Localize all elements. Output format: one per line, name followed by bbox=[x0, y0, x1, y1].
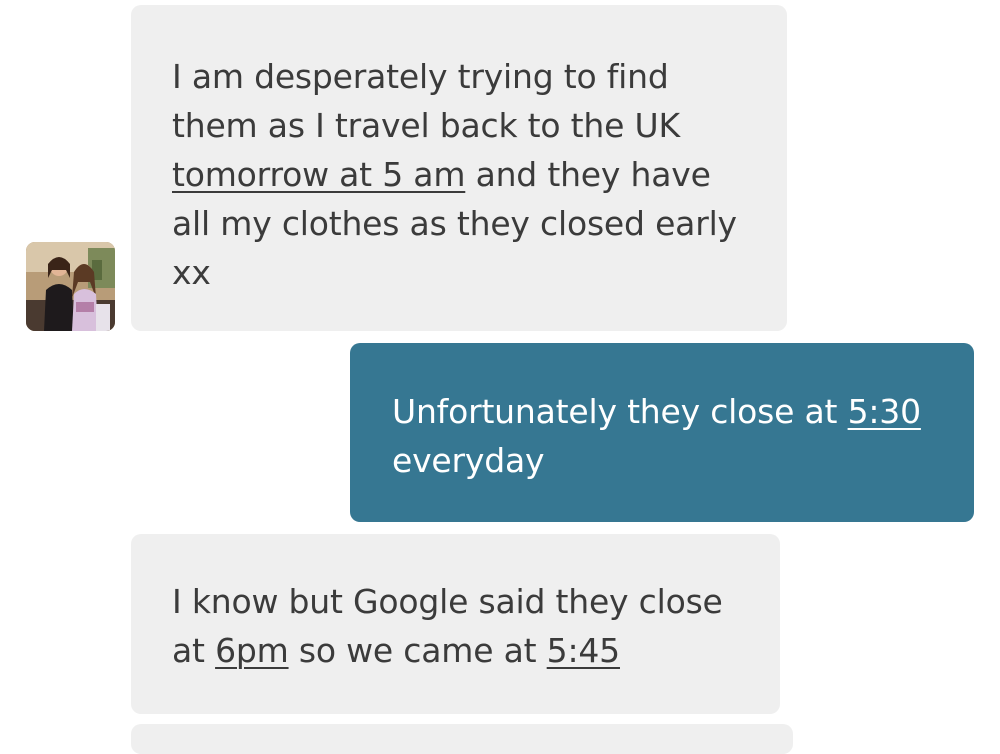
message-date-link[interactable]: tomorrow at 5 am bbox=[172, 155, 465, 194]
message-bubble-sent: Unfortunately they close at 5:30 everyda… bbox=[350, 343, 974, 522]
message-bubble-received-partial bbox=[131, 724, 793, 754]
message-text: Unfortunately they close at bbox=[392, 392, 848, 431]
message-time-link[interactable]: 5:30 bbox=[848, 392, 922, 431]
message-time-link[interactable]: 6pm bbox=[215, 631, 289, 670]
message-text: so we came at bbox=[288, 631, 547, 670]
avatar-photo-icon[interactable] bbox=[26, 242, 115, 331]
message-time-link[interactable]: 5:45 bbox=[547, 631, 621, 670]
avatar-photo-icon bbox=[26, 242, 115, 331]
message-text: I am desperately trying to find them as … bbox=[172, 57, 680, 145]
message-text: everyday bbox=[392, 441, 545, 480]
message-bubble-received: I am desperately trying to find them as … bbox=[131, 5, 787, 331]
message-bubble-received: I know but Google said they close at 6pm… bbox=[131, 534, 780, 714]
